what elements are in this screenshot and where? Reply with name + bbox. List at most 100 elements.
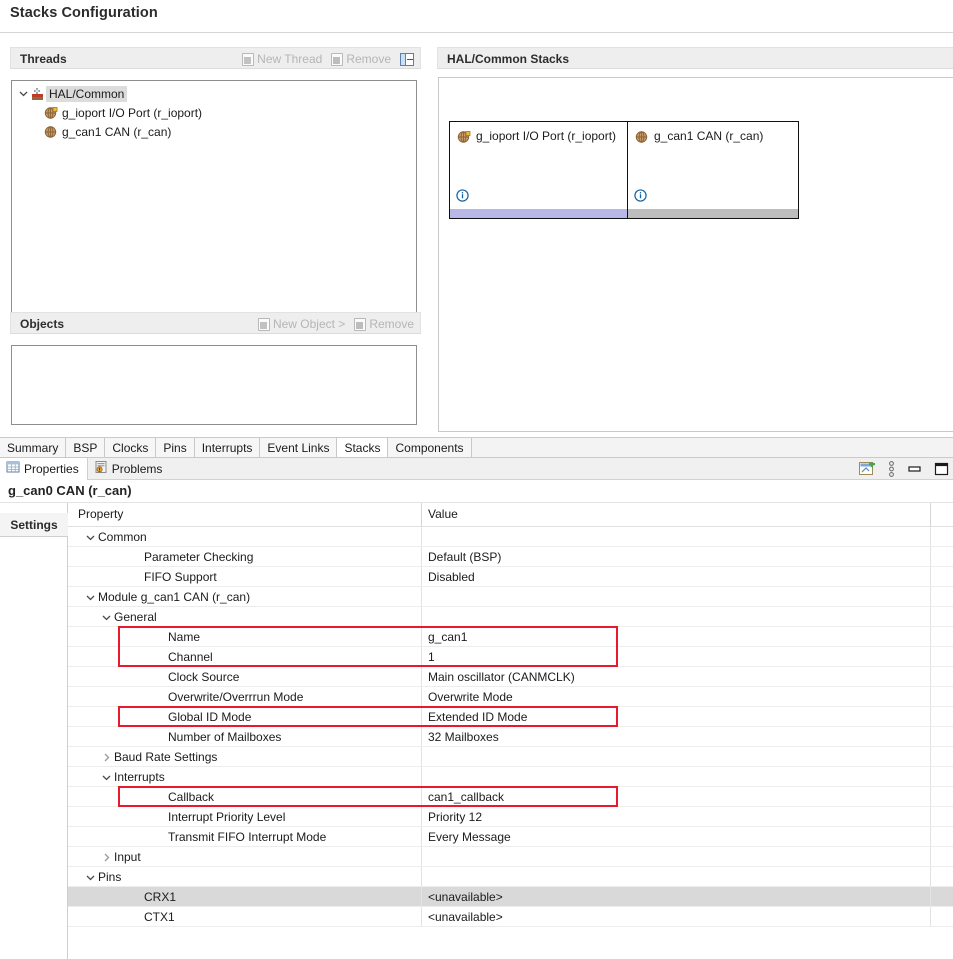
column-divider[interactable] [421, 827, 422, 846]
new-object-button[interactable]: New Object > [257, 317, 345, 331]
stack-card-g-ioport[interactable]: g_ioport I/O Port (r_ioport) [449, 121, 637, 219]
property-row[interactable]: Callback can1_callback [68, 787, 953, 807]
column-divider[interactable] [421, 647, 422, 666]
column-divider[interactable] [930, 807, 931, 826]
property-row[interactable]: Module g_can1 CAN (r_can) [68, 587, 953, 607]
info-icon[interactable] [456, 189, 469, 202]
column-divider[interactable] [930, 567, 931, 586]
tree-item-hal-common[interactable]: HAL/Common [12, 84, 416, 103]
property-row[interactable]: Interrupts [68, 767, 953, 787]
objects-list[interactable] [11, 345, 417, 425]
chevron-down-icon[interactable] [84, 871, 96, 883]
collapse-all-icon[interactable] [400, 52, 414, 66]
column-divider[interactable] [421, 747, 422, 766]
column-divider[interactable] [930, 627, 931, 646]
column-divider[interactable] [930, 727, 931, 746]
tab-bsp[interactable]: BSP [66, 438, 106, 457]
tab-summary[interactable]: Summary [0, 438, 67, 457]
property-row[interactable]: Clock Source Main oscillator (CANMCLK) [68, 667, 953, 687]
tab-problems[interactable]: Problems [88, 458, 171, 479]
stack-card-g-can1[interactable]: g_can1 CAN (r_can) [627, 121, 799, 219]
column-divider[interactable] [421, 727, 422, 746]
column-divider[interactable] [421, 607, 422, 626]
tab-pins[interactable]: Pins [156, 438, 195, 457]
view-menu-icon[interactable] [888, 461, 895, 477]
column-divider[interactable] [930, 887, 931, 906]
remove-thread-button[interactable]: Remove [331, 52, 391, 66]
column-divider[interactable] [421, 807, 422, 826]
stacks-canvas[interactable]: g_ioport I/O Port (r_ioport) g_can1 CAN … [438, 77, 953, 432]
tab-properties[interactable]: Properties [0, 458, 88, 480]
info-icon[interactable] [634, 189, 647, 202]
chevron-down-icon[interactable] [100, 771, 112, 783]
property-row[interactable]: Overwrite/Overrrun Mode Overwrite Mode [68, 687, 953, 707]
threads-tree[interactable]: HAL/Common g_ioport I/O Port (r_ioport) [11, 80, 417, 323]
column-divider[interactable] [421, 667, 422, 686]
properties-table[interactable]: Property Value Common Parameter Checking Def… [68, 503, 953, 959]
column-divider[interactable] [930, 787, 931, 806]
property-row[interactable]: FIFO Support Disabled [68, 567, 953, 587]
chevron-down-icon[interactable] [16, 84, 30, 103]
column-divider[interactable] [421, 503, 422, 526]
property-row[interactable]: Common [68, 527, 953, 547]
column-divider[interactable] [930, 503, 931, 526]
maximize-icon[interactable] [934, 462, 949, 476]
property-row[interactable]: Global ID Mode Extended ID Mode [68, 707, 953, 727]
property-row[interactable]: Interrupt Priority Level Priority 12 [68, 807, 953, 827]
column-divider[interactable] [421, 587, 422, 606]
tab-components[interactable]: Components [388, 438, 472, 457]
column-divider[interactable] [930, 867, 931, 886]
chevron-right-icon[interactable] [100, 751, 112, 763]
column-divider[interactable] [930, 647, 931, 666]
chevron-right-icon[interactable] [100, 851, 112, 863]
tab-event-links[interactable]: Event Links [260, 438, 338, 457]
column-divider[interactable] [421, 687, 422, 706]
property-row[interactable]: Parameter Checking Default (BSP) [68, 547, 953, 567]
column-divider[interactable] [930, 527, 931, 546]
column-divider[interactable] [421, 767, 422, 786]
column-divider[interactable] [930, 847, 931, 866]
remove-object-button[interactable]: Remove [354, 317, 414, 331]
property-row[interactable]: Number of Mailboxes 32 Mailboxes [68, 727, 953, 747]
tree-item-g-ioport[interactable]: g_ioport I/O Port (r_ioport) [12, 103, 416, 122]
tree-item-g-can1[interactable]: g_can1 CAN (r_can) [12, 122, 416, 141]
column-divider[interactable] [421, 567, 422, 586]
column-divider[interactable] [930, 587, 931, 606]
property-row[interactable]: CRX1 <unavailable> [68, 887, 953, 907]
column-divider[interactable] [930, 607, 931, 626]
column-divider[interactable] [930, 907, 931, 926]
property-row[interactable]: Baud Rate Settings [68, 747, 953, 767]
column-divider[interactable] [421, 887, 422, 906]
column-divider[interactable] [930, 707, 931, 726]
column-divider[interactable] [930, 667, 931, 686]
column-divider[interactable] [421, 867, 422, 886]
tab-interrupts[interactable]: Interrupts [194, 438, 261, 457]
property-row[interactable]: CTX1 <unavailable> [68, 907, 953, 927]
new-thread-button[interactable]: New Thread [242, 52, 322, 66]
column-divider[interactable] [930, 687, 931, 706]
property-row[interactable]: Name g_can1 [68, 627, 953, 647]
column-divider[interactable] [421, 907, 422, 926]
property-row[interactable]: Transmit FIFO Interrupt Mode Every Messag… [68, 827, 953, 847]
column-divider[interactable] [421, 847, 422, 866]
column-divider[interactable] [421, 707, 422, 726]
property-row[interactable]: Pins [68, 867, 953, 887]
tab-settings[interactable]: Settings [0, 513, 68, 537]
column-divider[interactable] [930, 547, 931, 566]
tab-clocks[interactable]: Clocks [105, 438, 157, 457]
chevron-down-icon[interactable] [84, 591, 96, 603]
column-divider[interactable] [930, 747, 931, 766]
chevron-down-icon[interactable] [100, 611, 112, 623]
column-divider[interactable] [421, 527, 422, 546]
column-divider[interactable] [421, 627, 422, 646]
minimize-icon[interactable] [907, 463, 922, 475]
column-divider[interactable] [421, 787, 422, 806]
new-view-icon[interactable] [859, 461, 876, 477]
column-divider[interactable] [421, 547, 422, 566]
tab-stacks[interactable]: Stacks [337, 438, 389, 457]
chevron-down-icon[interactable] [84, 531, 96, 543]
column-divider[interactable] [930, 827, 931, 846]
property-row[interactable]: Input [68, 847, 953, 867]
property-row[interactable]: General [68, 607, 953, 627]
column-divider[interactable] [930, 767, 931, 786]
